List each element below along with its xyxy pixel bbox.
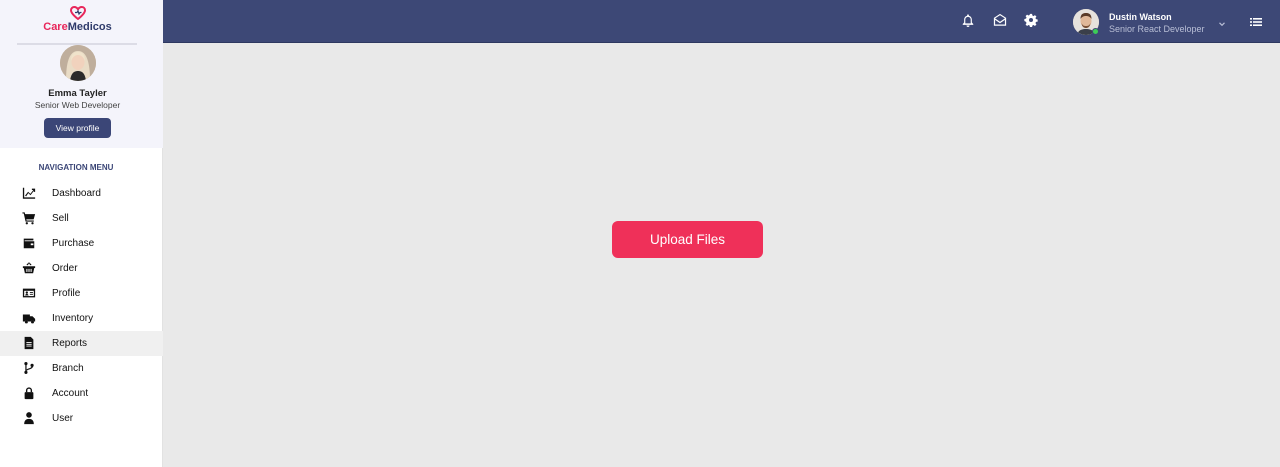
sidebar-item-label: Sell	[52, 213, 69, 224]
navigation-menu-title: NAVIGATION MENU	[38, 163, 114, 172]
sidebar-item-order[interactable]: Order	[0, 256, 163, 281]
sidebar-item-label: Inventory	[52, 313, 94, 324]
header-user-name[interactable]: Dustin Watson	[1109, 12, 1172, 22]
id-card-icon	[21, 285, 37, 301]
sidebar-item-inventory[interactable]: Inventory	[0, 306, 163, 331]
sidebar-item-branch[interactable]: Branch	[0, 356, 163, 381]
navigation-menu: Dashboard Sell Purchase Order Profile In…	[0, 181, 163, 431]
basket-icon	[21, 260, 37, 276]
wallet-icon	[21, 235, 37, 251]
top-header: Dustin Watson Senior React Developer	[163, 0, 1280, 43]
cart-icon	[21, 210, 37, 226]
sidebar: CareMedicos Emma Tayler Senior Web Devel…	[0, 0, 163, 467]
sidebar-item-profile[interactable]: Profile	[0, 281, 163, 306]
avatar	[60, 45, 96, 81]
online-status-dot	[1092, 28, 1099, 35]
sidebar-item-account[interactable]: Account	[0, 381, 163, 406]
chart-line-icon	[21, 185, 37, 201]
sidebar-item-label: Branch	[52, 363, 84, 374]
code-branch-icon	[21, 360, 37, 376]
brand-name: CareMedicos	[43, 21, 112, 33]
list-icon[interactable]	[1249, 15, 1263, 29]
heart-logo-icon	[69, 6, 86, 20]
lock-icon	[21, 385, 37, 401]
file-icon	[21, 335, 37, 351]
upload-files-button[interactable]: Upload Files	[612, 221, 763, 258]
truck-icon	[21, 310, 37, 326]
sidebar-item-label: Order	[52, 263, 78, 274]
bell-icon[interactable]	[961, 13, 977, 29]
profile-role: Senior Web Developer	[34, 100, 121, 110]
sidebar-item-label: Purchase	[52, 238, 95, 249]
gear-icon[interactable]	[1024, 13, 1040, 29]
user-icon	[21, 410, 37, 426]
chevron-down-icon[interactable]	[1217, 16, 1227, 27]
sidebar-item-reports[interactable]: Reports	[0, 331, 163, 356]
sidebar-item-dashboard[interactable]: Dashboard	[0, 181, 163, 206]
sidebar-item-label: Reports	[52, 338, 88, 349]
brand-logo[interactable]: CareMedicos	[0, 6, 155, 33]
sidebar-item-label: Dashboard	[52, 188, 101, 199]
sidebar-item-label: Profile	[52, 288, 81, 299]
sidebar-item-purchase[interactable]: Purchase	[0, 231, 163, 256]
sidebar-profile-panel: CareMedicos Emma Tayler Senior Web Devel…	[0, 0, 163, 148]
header-user-role: Senior React Developer	[1109, 24, 1205, 34]
sidebar-item-label: Account	[52, 388, 89, 399]
profile-name: Emma Tayler	[48, 88, 107, 99]
sidebar-item-user[interactable]: User	[0, 406, 163, 431]
view-profile-button[interactable]: View profile	[44, 118, 111, 138]
envelope-open-icon[interactable]	[993, 13, 1009, 29]
sidebar-item-sell[interactable]: Sell	[0, 206, 163, 231]
sidebar-item-label: User	[52, 413, 74, 424]
